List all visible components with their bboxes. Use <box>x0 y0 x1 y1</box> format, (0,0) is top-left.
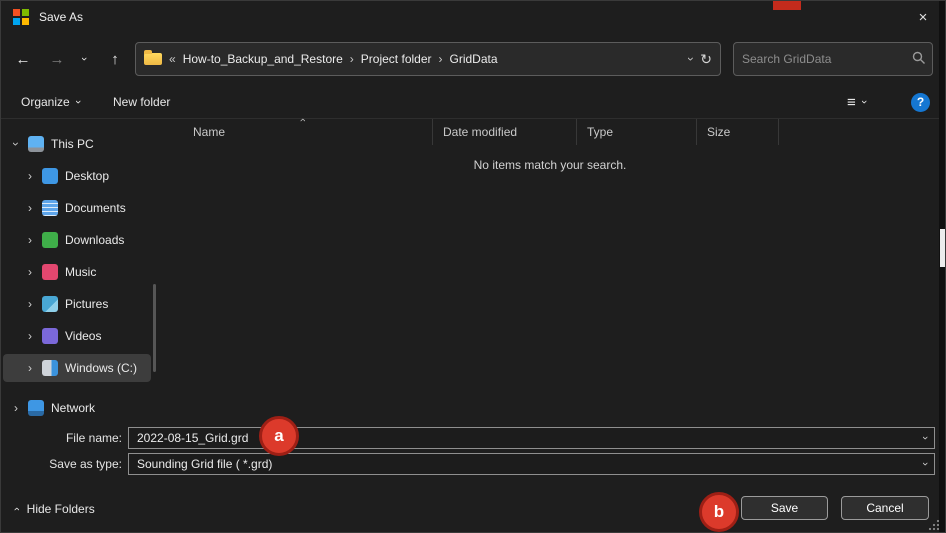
help-button[interactable]: ? <box>911 91 930 113</box>
save-as-type-combobox[interactable]: Sounding Grid file ( *.grd) › <box>128 453 935 475</box>
column-header-date-modified[interactable]: Date modified <box>433 119 577 145</box>
address-bar[interactable]: « How-to_Backup_and_Restore › Project fo… <box>135 42 721 76</box>
sidebar-item-videos[interactable]: › Videos <box>3 322 151 350</box>
sidebar-item-label: Videos <box>65 329 101 343</box>
breadcrumb-overflow[interactable]: « <box>169 52 176 66</box>
chevron-down-icon[interactable]: › <box>916 458 934 470</box>
breadcrumb-separator-icon[interactable]: › <box>350 52 354 66</box>
chevron-up-icon: › <box>15 503 19 515</box>
annotation-marker-a: a <box>259 416 299 456</box>
cancel-button[interactable]: Cancel <box>841 496 929 520</box>
sidebar-item-label: Documents <box>65 201 126 215</box>
sidebar-item-label: Windows (C:) <box>65 361 137 375</box>
sidebar-item-this-pc[interactable]: › This PC <box>3 130 151 158</box>
music-icon <box>42 264 58 280</box>
sidebar-item-documents[interactable]: › Documents <box>3 194 151 222</box>
network-icon <box>28 400 44 416</box>
sidebar-item-network[interactable]: › Network <box>3 394 151 422</box>
breadcrumb-item[interactable]: Project folder <box>361 52 432 66</box>
organize-label: Organize <box>21 95 70 109</box>
close-icon[interactable]: × <box>907 1 939 33</box>
this-pc-icon <box>28 136 44 152</box>
windows-logo-icon <box>13 9 29 25</box>
chevron-right-icon[interactable]: › <box>25 233 35 247</box>
breadcrumb-separator-icon[interactable]: › <box>439 52 443 66</box>
annotation-marker-b: b <box>699 492 739 532</box>
chevron-right-icon[interactable]: › <box>11 401 21 415</box>
chevron-right-icon[interactable]: › <box>25 265 35 279</box>
forward-button[interactable]: → <box>43 45 71 73</box>
sidebar-item-desktop[interactable]: › Desktop <box>3 162 151 190</box>
help-icon: ? <box>911 93 930 112</box>
background-app-strip <box>939 1 946 533</box>
file-name-label: File name: <box>19 431 122 445</box>
chevron-down-icon: › <box>76 96 80 108</box>
chevron-down-icon: › <box>862 96 866 108</box>
title-bar: Save As × <box>1 1 946 33</box>
sidebar-item-pictures[interactable]: › Pictures <box>3 290 151 318</box>
pictures-icon <box>42 296 58 312</box>
hide-folders-button[interactable]: › Hide Folders <box>15 502 95 516</box>
folder-icon <box>144 53 162 65</box>
chevron-right-icon[interactable]: › <box>25 201 35 215</box>
breadcrumb-item[interactable]: GridData <box>450 52 498 66</box>
save-as-type-value: Sounding Grid file ( *.grd) <box>129 457 916 471</box>
back-button[interactable]: ← <box>9 45 37 73</box>
search-input[interactable] <box>740 51 905 67</box>
column-header-type[interactable]: Type <box>577 119 697 145</box>
save-as-type-label: Save as type: <box>19 457 122 471</box>
background-app-sliver-white <box>940 229 946 267</box>
chevron-right-icon[interactable]: › <box>25 329 35 343</box>
documents-icon <box>42 200 58 216</box>
file-name-combobox[interactable]: › <box>128 427 935 449</box>
downloads-icon <box>42 232 58 248</box>
refresh-icon[interactable]: ↻ <box>700 51 712 68</box>
videos-icon <box>42 328 58 344</box>
chevron-down-icon[interactable]: › <box>916 432 934 444</box>
sidebar-item-downloads[interactable]: › Downloads <box>3 226 151 254</box>
column-header-row: Name Date modified Type Size <box>161 119 939 145</box>
organize-button[interactable]: Organize › <box>21 91 79 113</box>
sidebar-item-windows-c[interactable]: › Windows (C:) <box>3 354 151 382</box>
sidebar-item-label: Pictures <box>65 297 108 311</box>
view-options-icon: ≡ <box>847 95 856 110</box>
background-app-sliver-red <box>773 1 801 10</box>
save-as-dialog: Save As × ← → › ↑ « How-to_Backup_and_Re… <box>0 0 946 533</box>
address-dropdown-chevron-icon[interactable]: › <box>689 52 693 66</box>
search-icon[interactable] <box>912 51 926 68</box>
hide-folders-label: Hide Folders <box>27 502 95 516</box>
windows-drive-icon <box>42 360 58 376</box>
desktop-icon <box>42 168 58 184</box>
breadcrumb-item[interactable]: How-to_Backup_and_Restore <box>183 52 343 66</box>
recent-locations-chevron-icon[interactable]: › <box>75 45 93 73</box>
sidebar-item-label: Music <box>65 265 96 279</box>
column-header-size[interactable]: Size <box>697 119 779 145</box>
up-button[interactable]: ↑ <box>101 45 129 73</box>
sidebar-item-label: Desktop <box>65 169 109 183</box>
sidebar-item-label: This PC <box>51 137 94 151</box>
column-header-name[interactable]: Name <box>161 119 433 145</box>
window-title: Save As <box>39 10 83 24</box>
save-button[interactable]: Save <box>741 496 828 520</box>
file-name-input[interactable] <box>129 431 916 445</box>
new-folder-label: New folder <box>113 95 170 109</box>
sidebar-item-label: Downloads <box>65 233 124 247</box>
chevron-right-icon[interactable]: › <box>25 169 35 183</box>
sidebar-item-music[interactable]: › Music <box>3 258 151 286</box>
chevron-down-icon[interactable]: › <box>11 137 21 151</box>
sidebar-item-label: Network <box>51 401 95 415</box>
new-folder-button[interactable]: New folder <box>113 91 170 113</box>
chevron-right-icon[interactable]: › <box>25 297 35 311</box>
empty-list-message: No items match your search. <box>161 158 939 172</box>
chevron-right-icon[interactable]: › <box>25 361 35 375</box>
sidebar-scrollbar[interactable] <box>153 284 156 372</box>
view-options-button[interactable]: ≡ › <box>847 91 865 113</box>
search-box[interactable] <box>733 42 933 76</box>
